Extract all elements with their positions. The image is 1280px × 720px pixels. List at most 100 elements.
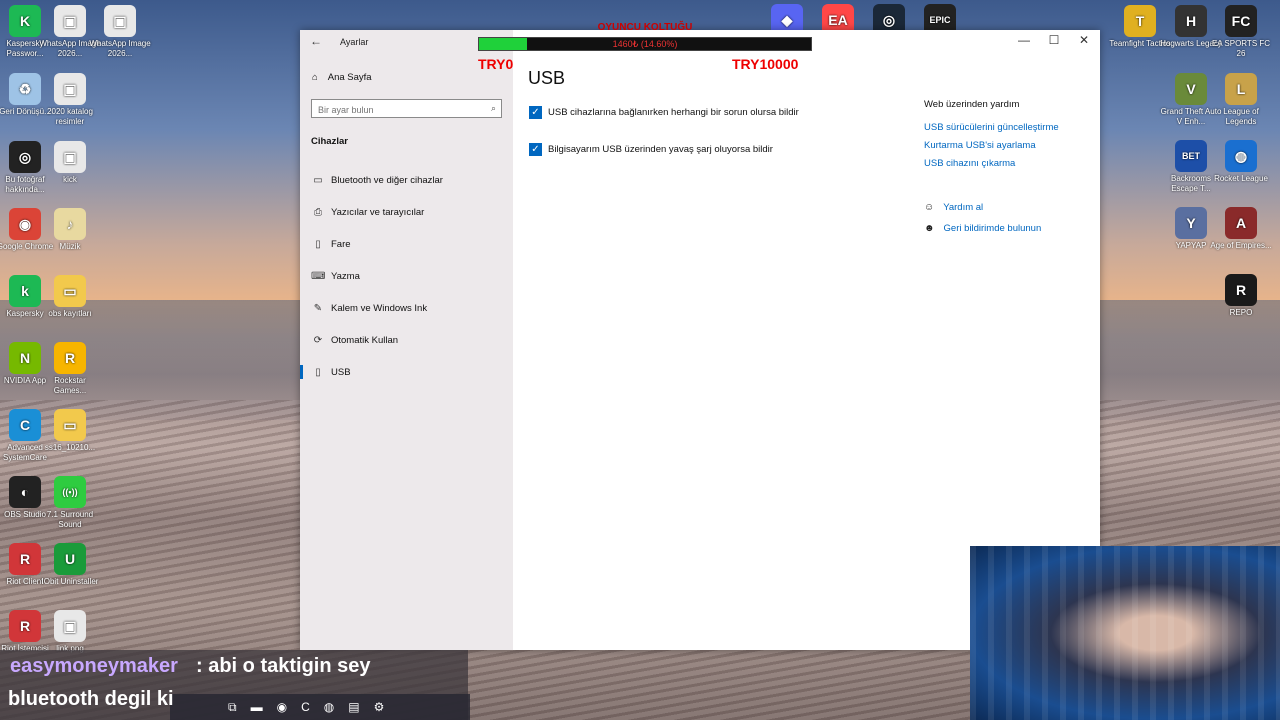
desktop-icon[interactable]: ◍ Rocket League [1210,140,1272,184]
kaspersky-password-icon: K [9,5,41,37]
printer-icon: ⎙ [314,206,322,218]
nav-item-label: Otomatik Kullan [331,334,399,346]
minimize-button[interactable]: — [1009,33,1039,47]
nav-item-label: Bluetooth ve diğer cihazlar [331,174,443,186]
desktop-icon[interactable]: ((•)) 7.1 Surround Sound [39,476,101,530]
rockstar-icon: R [54,342,86,374]
goal-title: OYUNCU KOLTUĞU [597,22,693,33]
nav-item-label: Fare [331,238,351,250]
desktop-icon[interactable]: ▭ obs kayıtları [39,275,101,319]
mouse-icon: ▯ [315,238,321,250]
desktop-icon[interactable]: ♪ Müzik [39,208,101,252]
chat-help-icon: ☺ [924,202,935,213]
app-taskbar-icon[interactable]: ◍ [324,700,334,714]
goal-max-label: TRY10000 [732,56,799,72]
desktop-icon[interactable]: U IObit Uninstaller [39,543,101,587]
lol-icon: L [1225,73,1257,105]
desktop-icon-label: 2020 katalog resimler [47,107,93,126]
get-help-label: Yardım al [943,202,984,213]
nvidia-icon: N [9,342,41,374]
help-link-update-drivers[interactable]: USB sürücülerini güncelleştirme [924,122,1059,133]
desktop-icon[interactable]: ▣ WhatsApp Image 2026... [89,5,151,59]
desktop-icon-label: EA SPORTS FC 26 [1211,39,1271,58]
settings-sidebar: ← Ayarlar ⌂ Ana Sayfa ⌕ Cihazlar ▭Blueto… [300,30,513,650]
help-title: Web üzerinden yardım [924,99,1020,110]
nav-item-mouse[interactable]: ▯ Fare [300,230,513,258]
maximize-button[interactable]: ☐ [1039,33,1069,47]
taskbar: ⧉ ▬ ◉ C ◍ ▤ ⚙ [170,694,470,720]
repo-icon: R [1225,274,1257,306]
autoplay-icon: ⟳ [313,334,323,346]
chat-message-line1: : abi o taktigin sey [196,655,371,677]
desktop-icon[interactable]: R REPO [1210,274,1272,318]
recycle-bin-icon: ♻ [9,73,41,105]
chrome-icon: ◉ [9,208,41,240]
desktop-icon-label: Müzik [59,242,81,251]
nav-item-keyboard[interactable]: ⌨ Yazma [300,262,513,290]
slow-charging-notify-checkbox[interactable]: ✓ Bilgisayarım USB üzerinden yavaş şarj … [529,143,773,156]
nav-item-pen[interactable]: ✎ Kalem ve Windows Ink [300,294,513,322]
chat-message-line2: bluetooth degil ki [8,688,174,710]
help-link-recovery-usb[interactable]: Kurtarma USB'si ayarlama [924,140,1036,151]
search-input[interactable] [312,102,484,118]
settings-search-box[interactable]: ⌕ [311,99,502,118]
usb-problem-notify-checkbox[interactable]: ✓ USB cihazlarına bağlanırken herhangi b… [529,106,799,119]
task-view-icon[interactable]: ⧉ [228,700,237,715]
nav-item-autoplay[interactable]: ⟳ Otomatik Kullan [300,326,513,354]
nav-item-usb[interactable]: ▯ USB [300,358,513,386]
section-title: Cihazlar [311,136,348,147]
image-file-icon: ▣ [54,141,86,173]
desktop-icon-label: obs kayıtları [48,309,92,318]
desktop-icon-label: WhatsApp Image 2026... [89,39,151,58]
riot-icon: R [9,543,41,575]
home-link[interactable]: ⌂ Ana Sayfa [312,72,372,83]
desktop-icon[interactable]: ▣ kick [39,141,101,185]
feedback-link[interactable]: ☻ Geri bildirimde bulunun [924,223,1041,234]
feedback-label: Geri bildirimde bulunun [943,223,1042,234]
desktop-icon-label: ss16_10210... [44,443,96,452]
get-help-link[interactable]: ☺ Yardım al [924,202,983,213]
nav-item-bluetooth[interactable]: ▭ Bluetooth ve diğer cihazlar [300,166,513,194]
checkbox-checked-icon[interactable]: ✓ [529,106,542,119]
music-folder-icon: ♪ [54,208,86,240]
help-link-eject-usb[interactable]: USB cihazını çıkarma [924,158,1015,169]
desktop-icon[interactable]: L League of Legends [1210,73,1272,127]
chrome-taskbar-icon[interactable]: ◉ [277,700,287,714]
desktop-icon[interactable]: R Rockstar Games... [39,342,101,396]
folder-icon: ▭ [54,275,86,307]
iobit-icon: U [54,543,86,575]
desktop-icon-label: Rockstar Games... [53,376,87,395]
systemcare-taskbar-icon[interactable]: C [301,700,310,714]
yapyap-icon: Y [1175,207,1207,239]
desktop-icon[interactable]: ▣ 2020 katalog resimler [39,73,101,127]
rocket-league-icon: ◍ [1225,140,1257,172]
nav-item-printer[interactable]: ⎙ Yazıcılar ve tarayıcılar [300,198,513,226]
pen-icon: ✎ [313,302,323,314]
desktop-icon[interactable]: ▣ link.png [39,610,101,654]
desktop-icon-label: kick [63,175,77,184]
notepad-taskbar-icon[interactable]: ▤ [348,700,359,714]
folder-icon: ▭ [54,409,86,441]
desktop-icon-label: Age of Empires... [1210,241,1272,250]
desktop-icon[interactable]: FC EA SPORTS FC 26 [1210,5,1272,59]
close-button[interactable]: ✕ [1069,33,1099,47]
desktop-icon[interactable]: A Age of Empires... [1210,207,1272,251]
desktop-icon[interactable]: ▭ ss16_10210... [39,409,101,453]
feedback-icon: ☻ [924,223,935,234]
checkbox-checked-icon[interactable]: ✓ [529,143,542,156]
nav-item-label: Yazıcılar ve tarayıcılar [331,206,425,218]
image-file-icon: ▣ [54,73,86,105]
image-file-icon: ▣ [54,5,86,37]
search-icon[interactable]: ⌕ [491,103,496,114]
gta-icon: V [1175,73,1207,105]
fc26-icon: FC [1225,5,1257,37]
desktop-icon-label: 7.1 Surround Sound [46,510,94,529]
file-explorer-icon[interactable]: ▬ [251,700,263,714]
desktop-icon-label: REPO [1229,308,1253,317]
image-file-icon: ▣ [54,610,86,642]
kaspersky-icon: k [9,275,41,307]
settings-taskbar-icon[interactable]: ⚙ [374,700,385,714]
backrooms-icon: BET [1175,140,1207,172]
desktop-icon-label: IObit Uninstaller [41,577,99,586]
home-icon: ⌂ [312,72,318,83]
